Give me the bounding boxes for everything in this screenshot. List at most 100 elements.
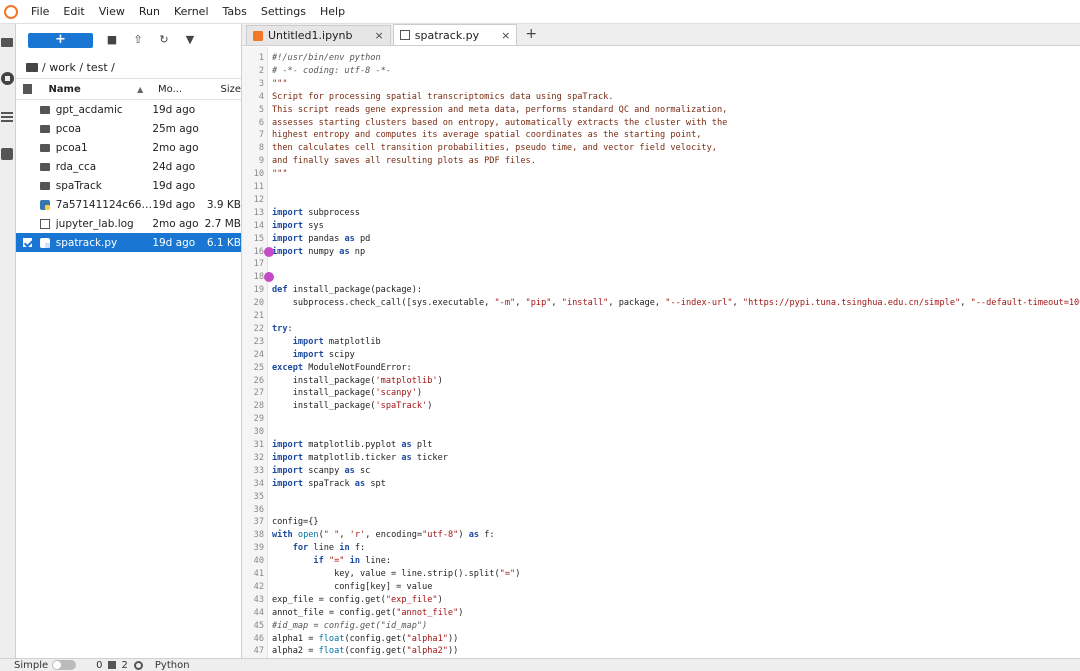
code-editor[interactable]: 1 #!/usr/bin/env python 2 # -*- coding: utf… bbox=[242, 47, 1080, 658]
line-number: 47 bbox=[253, 646, 264, 657]
line-text: #id_map = config.get("id_map") bbox=[272, 620, 428, 631]
file-modified: 19d ago bbox=[152, 179, 196, 192]
menu-tabs[interactable]: Tabs bbox=[216, 5, 254, 18]
line-text: install_package('matplotlib') bbox=[272, 375, 443, 386]
line-number: 35 bbox=[253, 491, 264, 502]
menu-run[interactable]: Run bbox=[132, 5, 167, 18]
line-number: 2 bbox=[258, 65, 264, 76]
line-text: import matplotlib.pyplot as plt bbox=[272, 440, 433, 450]
menu-help[interactable]: Help bbox=[313, 5, 352, 18]
close-icon[interactable]: × bbox=[501, 29, 510, 42]
line-text: import matplotlib.ticker as ticker bbox=[272, 452, 448, 463]
file-row[interactable]: pcoa1 2mo ago bbox=[16, 138, 241, 157]
line-text: if "=" in line: bbox=[313, 556, 392, 567]
text-file-icon bbox=[39, 218, 50, 229]
file-browser-icon[interactable] bbox=[1, 38, 13, 47]
kernel-status-icon[interactable] bbox=[133, 660, 143, 670]
kernel-name[interactable]: Python bbox=[155, 660, 190, 671]
breadcrumb-path[interactable]: / work / test / bbox=[42, 61, 115, 74]
row-checkbox[interactable] bbox=[23, 143, 32, 152]
menu-kernel[interactable]: Kernel bbox=[167, 5, 216, 18]
file-name: spaTrack bbox=[55, 179, 102, 192]
file-row[interactable]: 7a57141124c66c0c... 19d ago 3.9 KB bbox=[16, 195, 241, 214]
file-name: jupyter_lab.log bbox=[55, 217, 134, 230]
upload-icon[interactable]: ⇧ bbox=[131, 33, 145, 47]
close-icon[interactable]: × bbox=[375, 29, 384, 42]
running-kernels-icon[interactable] bbox=[1, 72, 14, 85]
line-text: exp_file = config.get("exp_file") bbox=[272, 594, 443, 605]
line-number: 34 bbox=[253, 478, 264, 489]
menu-file[interactable]: File bbox=[24, 5, 56, 18]
folder-icon bbox=[39, 105, 50, 114]
table-of-contents-icon[interactable] bbox=[1, 112, 13, 122]
kernel-count[interactable]: 2 bbox=[122, 660, 128, 671]
line-number: 3 bbox=[258, 78, 264, 89]
file-row[interactable]: jupyter_lab.log 2mo ago 2.7 MB bbox=[16, 214, 241, 233]
simple-mode-label: Simple bbox=[14, 659, 49, 671]
line-number: 40 bbox=[253, 556, 264, 567]
line-number: 38 bbox=[253, 530, 264, 541]
line-text: import numpy as np bbox=[272, 246, 366, 257]
add-tab-button[interactable]: + bbox=[519, 25, 543, 45]
folder-icon[interactable] bbox=[26, 62, 38, 72]
line-number: 41 bbox=[253, 569, 264, 579]
row-checkbox-checked[interactable] bbox=[23, 238, 32, 247]
line-number: 15 bbox=[253, 233, 264, 244]
file-modified: 24d ago bbox=[152, 160, 196, 173]
line-text: import scanpy as sc bbox=[272, 465, 371, 476]
menu-settings[interactable]: Settings bbox=[254, 5, 313, 18]
file-row[interactable]: pcoa 25m ago bbox=[16, 119, 241, 138]
jupyter-logo-icon bbox=[2, 3, 20, 21]
row-checkbox[interactable] bbox=[23, 200, 32, 209]
new-launcher-button[interactable]: + bbox=[28, 32, 93, 48]
line-text: alpha1 = float(config.get("alpha1")) bbox=[272, 633, 459, 644]
line-number: 19 bbox=[253, 285, 264, 296]
new-folder-icon[interactable]: ■ bbox=[105, 33, 119, 47]
tab-label: spatrack.py bbox=[414, 28, 480, 42]
line-number: 28 bbox=[253, 401, 264, 412]
row-checkbox[interactable] bbox=[23, 162, 32, 171]
text-file-icon bbox=[399, 30, 410, 40]
breakpoint-marker[interactable] bbox=[264, 246, 274, 257]
file-row[interactable]: rda_cca 24d ago bbox=[16, 157, 241, 176]
column-header-modified[interactable]: Mo... bbox=[158, 84, 211, 95]
tab-spatrack-file[interactable]: spatrack.py × bbox=[392, 24, 518, 45]
simple-mode-toggle[interactable] bbox=[52, 660, 77, 670]
file-list: gpt_acdamic 19d ago pcoa 25m ago pcoa1 2… bbox=[16, 100, 241, 252]
tab-untitled-notebook[interactable]: Untitled1.ipynb × bbox=[246, 25, 391, 45]
terminal-icon[interactable] bbox=[107, 661, 116, 669]
line-text: with open(" ", 'r', encoding="utf-8") as… bbox=[272, 530, 495, 541]
line-text: except ModuleNotFoundError: bbox=[272, 362, 412, 373]
file-name: pcoa bbox=[55, 122, 82, 135]
line-number: 33 bbox=[253, 465, 264, 476]
column-header-name[interactable]: Name bbox=[48, 84, 137, 95]
filter-icon[interactable]: ▼ bbox=[183, 33, 197, 47]
refresh-icon[interactable]: ↻ bbox=[157, 33, 171, 47]
menu-bar: File Edit View Run Kernel Tabs Settings … bbox=[0, 0, 1080, 24]
line-number: 7 bbox=[258, 130, 264, 141]
select-all-checkbox[interactable] bbox=[23, 84, 33, 94]
file-row[interactable]: spaTrack 19d ago bbox=[16, 176, 241, 195]
line-text: then calculates cell transition probabil… bbox=[272, 143, 717, 154]
row-checkbox[interactable] bbox=[23, 219, 32, 228]
folder-icon bbox=[39, 181, 50, 190]
row-checkbox[interactable] bbox=[23, 105, 32, 114]
column-header-size[interactable]: Size bbox=[211, 84, 241, 95]
file-row-selected[interactable]: spatrack.py 19d ago 6.1 KB bbox=[16, 233, 241, 252]
file-size: 3.9 KB bbox=[206, 198, 241, 211]
file-modified: 2mo ago bbox=[152, 141, 199, 154]
terminal-count[interactable]: 0 bbox=[96, 660, 102, 671]
line-text: config={} bbox=[272, 517, 319, 528]
file-row[interactable]: gpt_acdamic 19d ago bbox=[16, 100, 241, 119]
python-file-icon bbox=[39, 237, 50, 248]
breakpoint-marker[interactable] bbox=[264, 272, 274, 283]
line-number: 12 bbox=[253, 194, 264, 205]
document-tab-bar: Untitled1.ipynb × spatrack.py × + bbox=[242, 24, 1080, 46]
row-checkbox[interactable] bbox=[23, 181, 32, 190]
menu-edit[interactable]: Edit bbox=[56, 5, 91, 18]
row-checkbox[interactable] bbox=[23, 124, 32, 133]
line-text: Script for processing spatial transcript… bbox=[272, 91, 614, 102]
menu-view[interactable]: View bbox=[92, 5, 132, 18]
line-number: 25 bbox=[253, 362, 264, 373]
extension-manager-icon[interactable] bbox=[1, 148, 13, 160]
